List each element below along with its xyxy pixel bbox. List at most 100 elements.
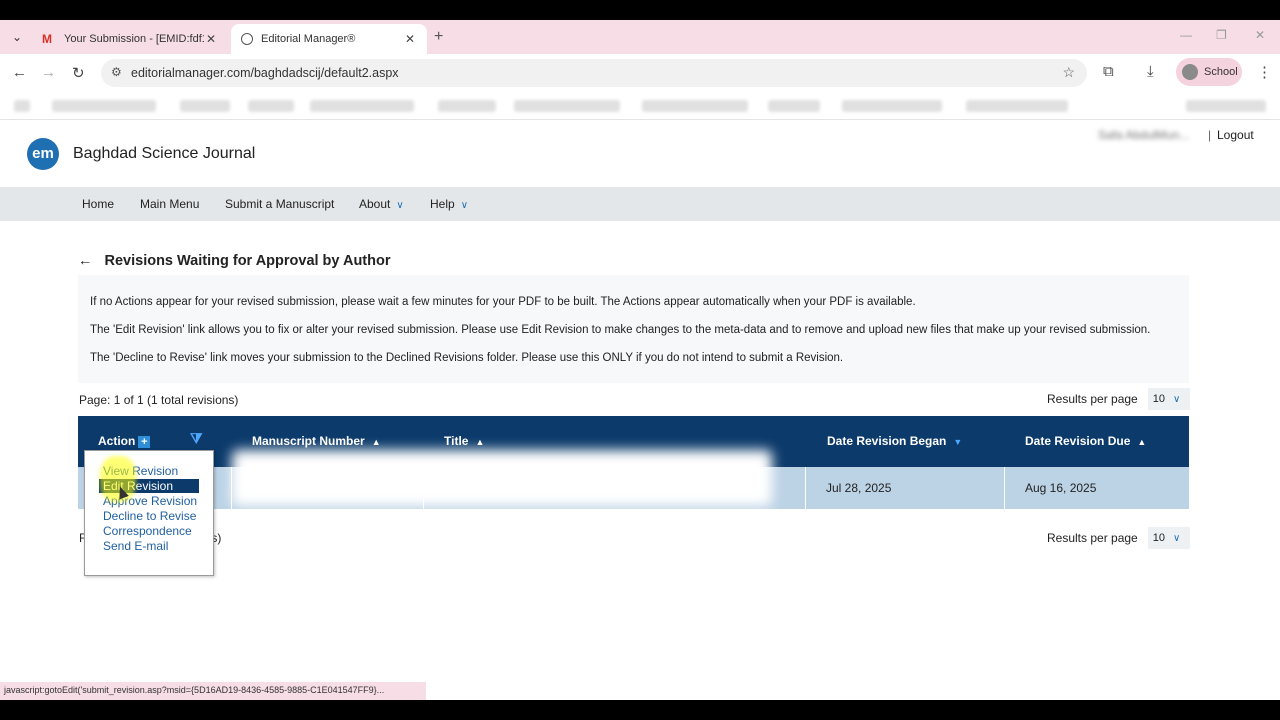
profile-button[interactable]: School bbox=[1176, 58, 1242, 86]
back-icon[interactable]: ← bbox=[12, 64, 27, 81]
chevron-down-icon: ∨ bbox=[460, 200, 469, 211]
profile-label: School bbox=[1204, 66, 1238, 78]
nav-help-label: Help bbox=[430, 197, 455, 211]
bookmarks-bar bbox=[0, 92, 1280, 120]
restore-icon[interactable]: ❐ bbox=[1216, 28, 1227, 42]
menu-send-email[interactable]: Send E-mail bbox=[103, 539, 168, 553]
col-title[interactable]: Title ▲ bbox=[444, 434, 484, 448]
nav-help[interactable]: Help ∨ bbox=[430, 197, 468, 211]
header-separator: | bbox=[1208, 128, 1212, 142]
journal-name: Baghdad Science Journal bbox=[73, 145, 256, 162]
forward-icon[interactable]: → bbox=[41, 64, 56, 81]
screen-top-border bbox=[0, 0, 1280, 20]
tab-strip: ⌄ M Your Submission - [EMID:fdf18 ✕ Edit… bbox=[0, 20, 1280, 54]
browser-chrome: ⌄ M Your Submission - [EMID:fdf18 ✕ Edit… bbox=[0, 20, 1280, 120]
page-info-top: Page: 1 of 1 (1 total revisions) bbox=[79, 393, 239, 407]
site-info-icon[interactable]: ⚙ bbox=[111, 65, 122, 79]
col-manuscript-number[interactable]: Manuscript Number ▲ bbox=[252, 434, 381, 448]
menu-decline-to-revise[interactable]: Decline to Revise bbox=[103, 509, 196, 523]
results-per-page-value: 10 bbox=[1152, 393, 1165, 405]
expand-plus-icon[interactable]: + bbox=[138, 435, 151, 448]
all-bookmarks[interactable] bbox=[1186, 100, 1266, 112]
avatar bbox=[1182, 64, 1198, 80]
results-per-page-value: 10 bbox=[1152, 532, 1165, 544]
col-date-revision-due[interactable]: Date Revision Due ▲ bbox=[1025, 434, 1146, 448]
user-name: Safa AbdulMun... bbox=[1098, 128, 1190, 142]
filter-icon[interactable]: ⧩ bbox=[190, 430, 203, 447]
minimize-icon[interactable]: — bbox=[1180, 28, 1192, 42]
cell-date-due: Aug 16, 2025 bbox=[1005, 467, 1189, 509]
address-bar[interactable]: ⚙ editorialmanager.com/baghdadscij/defau… bbox=[101, 59, 1087, 87]
results-per-page-bottom: Results per page 10 ∨ bbox=[1047, 527, 1190, 549]
close-tab-icon[interactable]: ✕ bbox=[403, 32, 417, 46]
bookmark-item[interactable] bbox=[514, 100, 620, 112]
apps-icon[interactable] bbox=[14, 100, 30, 112]
chevron-down-icon: ∨ bbox=[1172, 532, 1181, 544]
redacted-content bbox=[232, 450, 772, 506]
sort-down-icon[interactable]: ▼ bbox=[953, 437, 962, 447]
download-icon[interactable]: ⤓ bbox=[1147, 63, 1154, 80]
cell-date-began: Jul 28, 2025 bbox=[806, 467, 1005, 509]
col-manuscript-number-label: Manuscript Number bbox=[252, 434, 365, 448]
tab-editorial-manager[interactable]: Editorial Manager® ✕ bbox=[231, 24, 427, 54]
info-box: If no Actions appear for your revised su… bbox=[78, 275, 1189, 383]
page-title-text: Revisions Waiting for Approval by Author bbox=[104, 253, 391, 269]
browser-toolbar: ← → ↻ ⚙ editorialmanager.com/baghdadscij… bbox=[0, 54, 1280, 92]
bookmark-item[interactable] bbox=[180, 100, 230, 112]
date-due-value: Aug 16, 2025 bbox=[1025, 481, 1097, 495]
tab-gmail[interactable]: M Your Submission - [EMID:fdf18 ✕ bbox=[32, 24, 228, 54]
logout-link[interactable]: Logout bbox=[1217, 128, 1254, 142]
nav-main-menu[interactable]: Main Menu bbox=[140, 197, 199, 211]
sort-up-icon[interactable]: ▲ bbox=[372, 437, 381, 447]
info-line: The 'Decline to Revise' link moves your … bbox=[90, 352, 844, 364]
info-line: The 'Edit Revision' link allows you to f… bbox=[90, 324, 1151, 336]
page-title: ← Revisions Waiting for Approval by Autho… bbox=[78, 253, 391, 269]
bookmark-star-icon[interactable]: ☆ bbox=[1062, 64, 1075, 81]
bookmark-item[interactable] bbox=[248, 100, 294, 112]
col-action-label: Action bbox=[98, 434, 136, 448]
bookmark-item[interactable] bbox=[842, 100, 942, 112]
tab-title: Editorial Manager® bbox=[261, 33, 356, 45]
menu-kebab-icon[interactable]: ⋮ bbox=[1257, 63, 1272, 81]
chevron-down-icon: ∨ bbox=[1172, 393, 1181, 405]
close-tab-icon[interactable]: ✕ bbox=[204, 32, 218, 46]
bookmark-item[interactable] bbox=[438, 100, 496, 112]
col-date-due-label: Date Revision Due bbox=[1025, 434, 1131, 448]
results-per-page-select[interactable]: 10 ∨ bbox=[1147, 388, 1190, 410]
new-tab-icon[interactable]: + bbox=[434, 28, 443, 46]
col-title-label: Title bbox=[444, 434, 469, 448]
back-arrow-icon[interactable]: ← bbox=[78, 253, 93, 269]
tab-title: Your Submission - [EMID:fdf18 bbox=[64, 33, 204, 45]
extensions-icon[interactable]: ⧉ bbox=[1103, 63, 1114, 80]
menu-correspondence[interactable]: Correspondence bbox=[103, 524, 192, 538]
status-url: javascript:gotoEdit('submit_revision.asp… bbox=[0, 682, 426, 700]
main-nav: Home Main Menu Submit a Manuscript About… bbox=[0, 187, 1280, 221]
web-page: em Baghdad Science Journal Safa AbdulMun… bbox=[0, 120, 1280, 700]
results-per-page-top: Results per page 10 ∨ bbox=[1047, 388, 1190, 410]
col-action[interactable]: Action + bbox=[98, 434, 151, 448]
bookmark-item[interactable] bbox=[310, 100, 414, 112]
globe-icon bbox=[241, 33, 253, 45]
bookmark-item[interactable] bbox=[966, 100, 1068, 112]
url-text: editorialmanager.com/baghdadscij/default… bbox=[131, 66, 399, 80]
results-per-page-select[interactable]: 10 ∨ bbox=[1147, 527, 1190, 549]
nav-about[interactable]: About ∨ bbox=[359, 197, 404, 211]
bookmark-item[interactable] bbox=[52, 100, 156, 112]
bookmark-item[interactable] bbox=[642, 100, 748, 112]
em-logo[interactable]: em bbox=[27, 138, 59, 170]
site-header: em Baghdad Science Journal Safa AbdulMun… bbox=[0, 120, 1280, 187]
window-close-icon[interactable]: ✕ bbox=[1255, 28, 1265, 42]
nav-home[interactable]: Home bbox=[82, 197, 114, 211]
chevron-down-icon: ∨ bbox=[396, 200, 404, 211]
sort-up-icon[interactable]: ▲ bbox=[1137, 437, 1146, 447]
nav-submit-manuscript[interactable]: Submit a Manuscript bbox=[225, 197, 334, 211]
col-date-began-label: Date Revision Began bbox=[827, 434, 947, 448]
bookmark-item[interactable] bbox=[768, 100, 820, 112]
results-per-page-label: Results per page bbox=[1047, 531, 1138, 545]
date-began-value: Jul 28, 2025 bbox=[826, 481, 892, 495]
sort-up-icon[interactable]: ▲ bbox=[475, 437, 484, 447]
reload-icon[interactable]: ↻ bbox=[72, 64, 85, 82]
screen-bottom-border bbox=[0, 700, 1280, 720]
col-date-revision-began[interactable]: Date Revision Began ▼ bbox=[827, 434, 962, 448]
tab-search-icon[interactable]: ⌄ bbox=[8, 28, 26, 46]
